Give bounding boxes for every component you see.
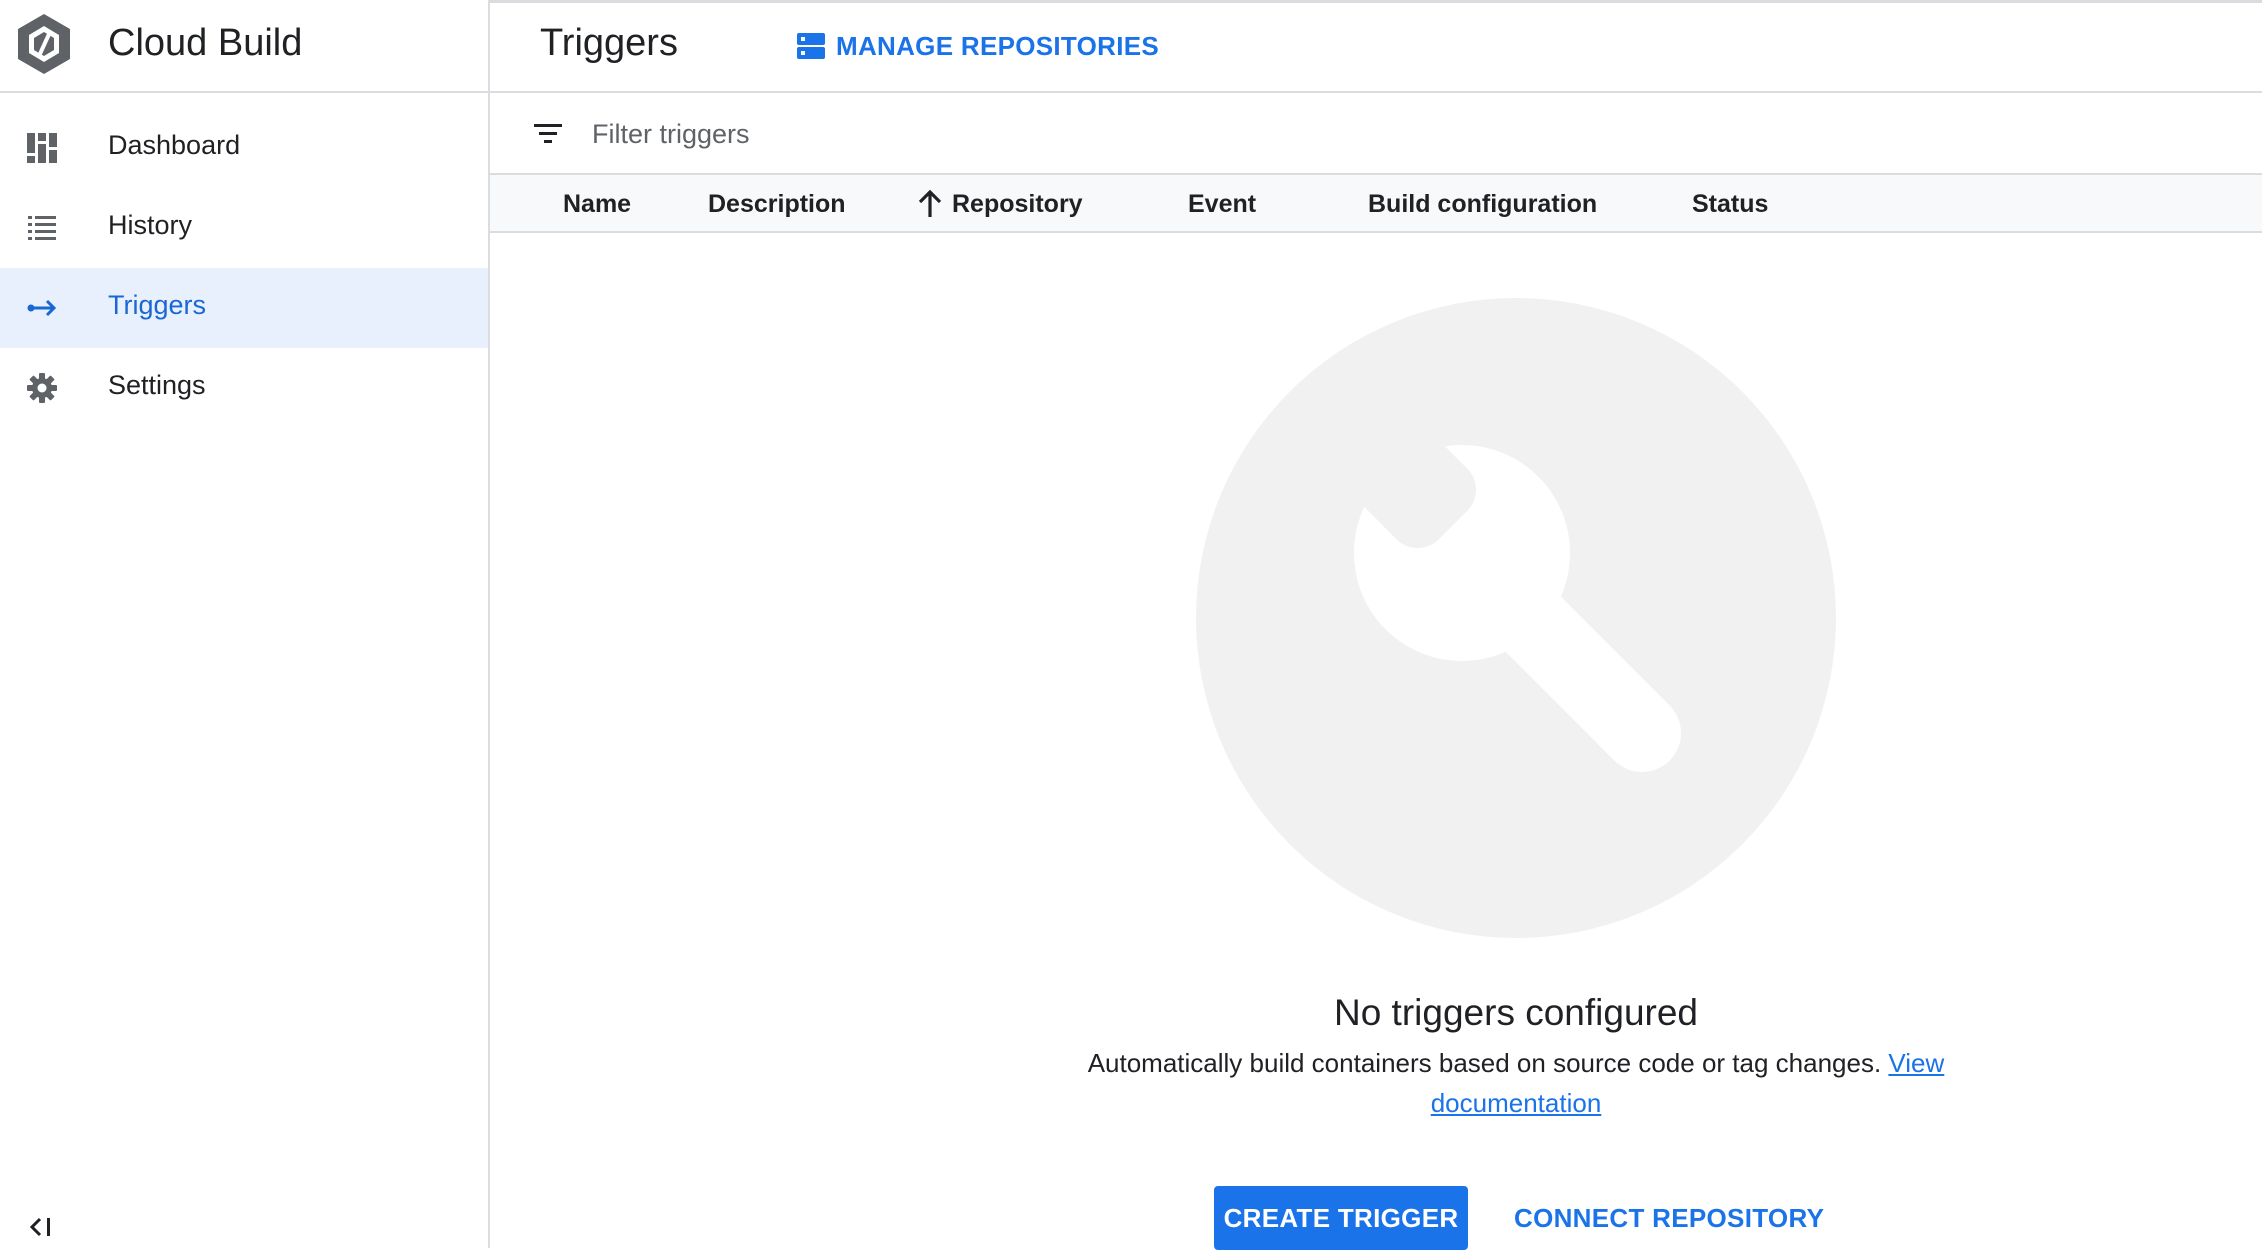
column-header-status[interactable]: Status [1692, 190, 1768, 219]
empty-state-description: Automatically build containers based on … [1080, 1043, 1952, 1123]
sidebar-item-history[interactable]: History [0, 188, 488, 268]
filter-icon[interactable] [532, 119, 564, 149]
column-header-event[interactable]: Event [1188, 190, 1256, 219]
sidebar-item-label: Triggers [108, 290, 207, 320]
sidebar-item-label: Dashboard [108, 130, 241, 160]
sidebar-item-settings[interactable]: Settings [0, 348, 488, 428]
list-icon [28, 216, 56, 240]
repositories-icon [797, 33, 825, 59]
empty-state-title: No triggers configured [1333, 992, 1699, 1033]
sidebar-nav: Dashboard History Triggers Settings [0, 108, 488, 428]
page-header: Triggers MANAGE REPOSITORIES [490, 0, 2262, 93]
sidebar-item-triggers[interactable]: Triggers [0, 268, 488, 348]
manage-repositories-label: MANAGE REPOSITORIES [836, 30, 1160, 61]
dashboard-icon [27, 133, 57, 163]
empty-state-description-text: Automatically build containers based on … [1087, 1048, 1882, 1078]
column-header-build-configuration[interactable]: Build configuration [1368, 190, 1597, 219]
column-header-repository[interactable]: Repository [952, 190, 1083, 219]
sidebar: Cloud Build Dashboard History Triggers S… [0, 0, 490, 1248]
column-header-description[interactable]: Description [708, 190, 846, 219]
column-header-label: Name [563, 190, 632, 218]
filter-triggers-input[interactable] [590, 111, 2094, 157]
collapse-sidebar-icon[interactable] [26, 1214, 56, 1240]
create-trigger-button[interactable]: CREATE TRIGGER [1214, 1186, 1468, 1250]
connect-repository-button[interactable]: CONNECT REPOSITORY [1500, 1186, 1838, 1250]
column-header-name[interactable]: Name [563, 190, 631, 219]
product-title: Cloud Build [108, 22, 303, 64]
product-header: Cloud Build [0, 0, 490, 93]
cloud-build-hexagon-icon [18, 14, 70, 74]
sidebar-item-dashboard[interactable]: Dashboard [0, 108, 488, 188]
filter-bar [490, 93, 2262, 175]
sidebar-item-label: Settings [108, 370, 206, 400]
manage-repositories-button[interactable]: MANAGE REPOSITORIES [796, 24, 1159, 68]
page-title: Triggers [540, 22, 678, 64]
arrow-right-icon [27, 299, 57, 317]
wrench-icon [1324, 396, 1681, 772]
arrow-up-icon[interactable] [914, 187, 946, 219]
gear-icon [27, 373, 57, 403]
sidebar-item-label: History [108, 210, 193, 240]
triggers-table-header: Name Description Repository Event Build … [490, 175, 2262, 233]
